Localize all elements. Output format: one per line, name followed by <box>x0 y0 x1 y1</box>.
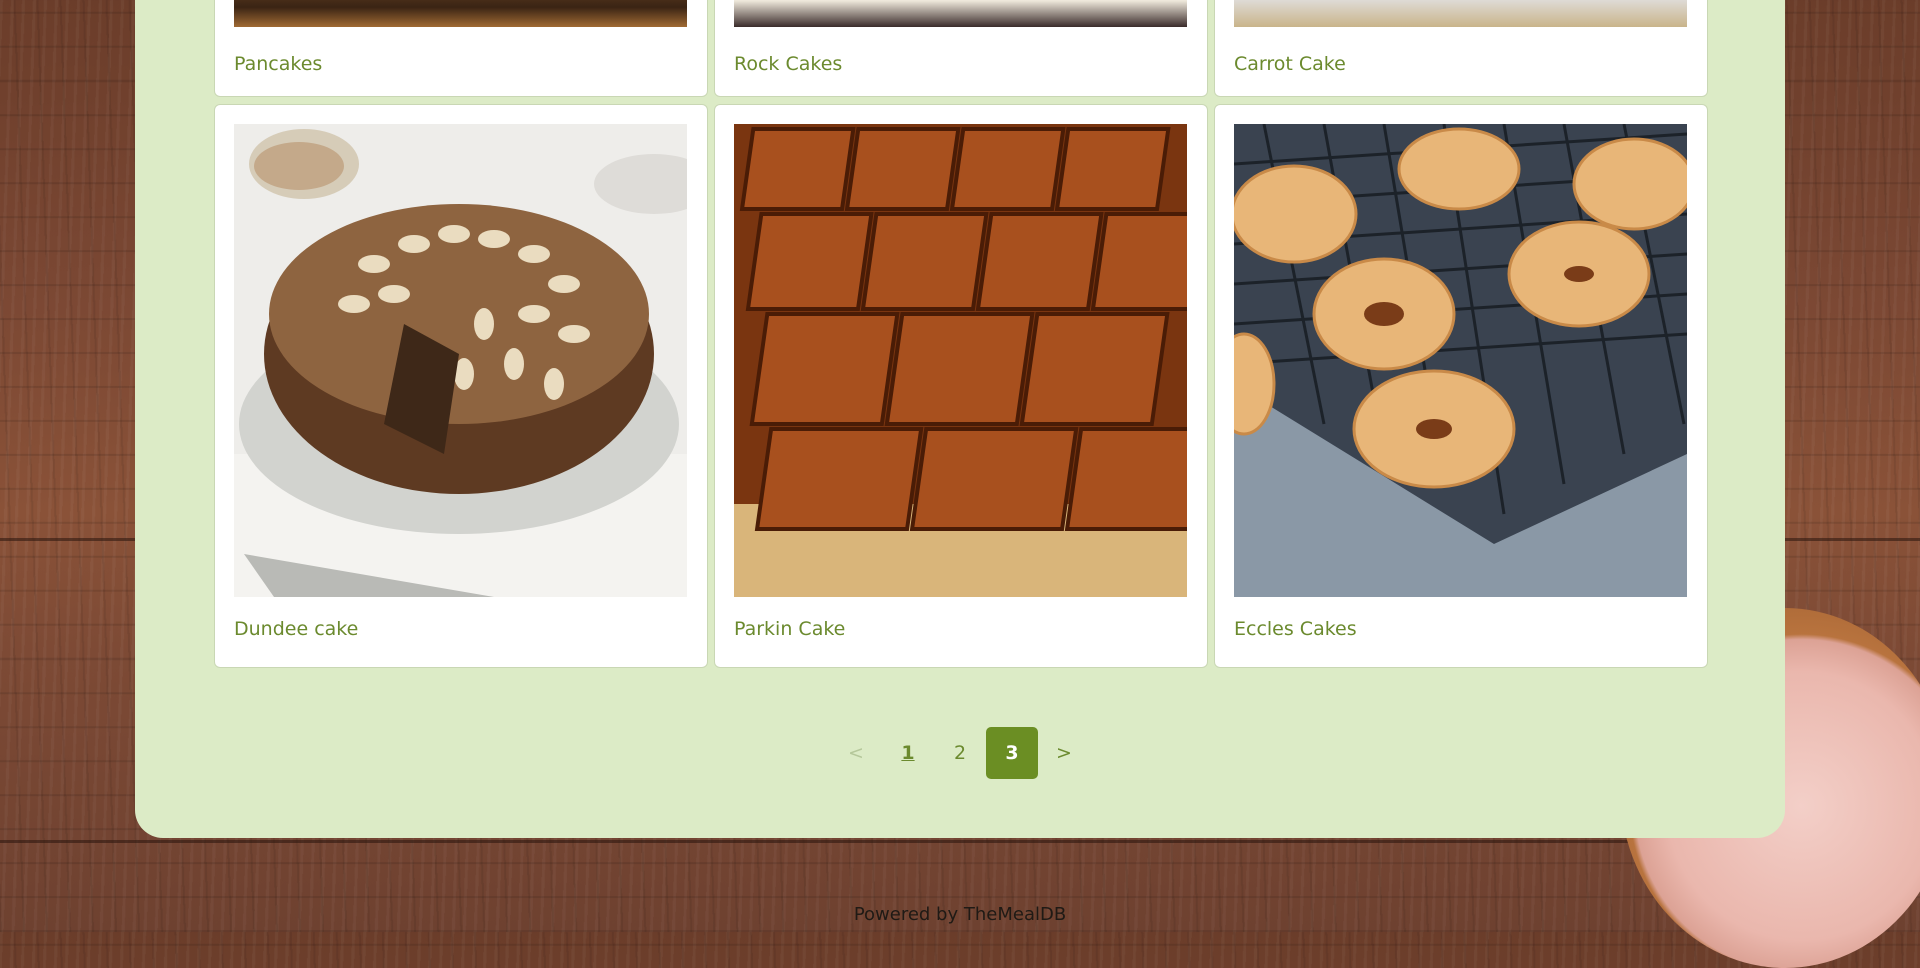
meal-title[interactable]: Rock Cakes <box>734 53 842 75</box>
meal-card-parkin-cake[interactable]: Parkin Cake <box>714 104 1208 668</box>
meal-image[interactable] <box>1234 0 1687 27</box>
meal-image[interactable] <box>734 124 1187 597</box>
meal-title[interactable]: Carrot Cake <box>1234 53 1346 75</box>
meal-image[interactable] <box>1234 124 1687 597</box>
meal-title[interactable]: Pancakes <box>234 53 322 75</box>
meal-image[interactable] <box>234 124 687 597</box>
pagination-prev-button[interactable]: < <box>830 727 882 779</box>
meal-card-eccles-cakes[interactable]: Eccles Cakes <box>1214 104 1708 668</box>
meal-card[interactable]: Rock Cakes <box>714 0 1208 97</box>
meal-card[interactable]: Carrot Cake <box>1214 0 1708 97</box>
pagination-page-3[interactable]: 3 <box>986 727 1038 779</box>
pagination-page-2[interactable]: 2 <box>934 727 986 779</box>
pagination-next-button[interactable]: > <box>1038 727 1090 779</box>
meal-card-dundee-cake[interactable]: Dundee cake <box>214 104 708 668</box>
pagination: < 1 2 3 > <box>0 727 1920 779</box>
footer-credit: Powered by TheMealDB <box>853 904 1067 925</box>
meal-title[interactable]: Dundee cake <box>234 618 358 640</box>
meal-image[interactable] <box>734 0 1187 27</box>
meal-title[interactable]: Eccles Cakes <box>1234 618 1357 640</box>
meal-title[interactable]: Parkin Cake <box>734 618 845 640</box>
pagination-page-1[interactable]: 1 <box>882 727 934 779</box>
meal-image[interactable] <box>234 0 687 27</box>
meal-card[interactable]: Pancakes <box>214 0 708 97</box>
